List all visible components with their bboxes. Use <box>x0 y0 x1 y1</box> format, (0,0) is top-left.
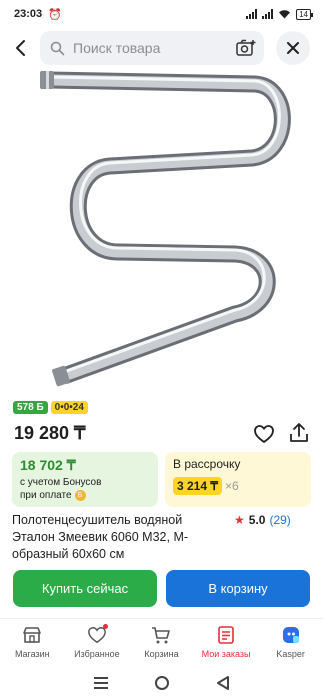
nav-item-cart[interactable]: Корзина <box>129 619 194 664</box>
status-time: 23:03 <box>14 8 43 20</box>
search-icon <box>50 41 65 55</box>
nav-item-orders[interactable]: Мои заказы <box>194 619 259 664</box>
close-icon <box>287 42 299 54</box>
system-navigation-bar <box>0 666 323 700</box>
close-button[interactable] <box>276 31 310 65</box>
bonus-note: с учетом Бонусов при оплате Б <box>20 476 150 502</box>
star-icon: ★ <box>234 513 245 527</box>
nav-label-store: Магазин <box>14 649 50 659</box>
wifi-icon <box>279 10 291 19</box>
battery-icon: 14 <box>296 8 313 20</box>
store-icon <box>23 627 42 643</box>
status-icons: 14 <box>246 8 313 20</box>
nav-label-cart: Корзина <box>144 649 179 659</box>
search-placeholder: Поиск товара <box>73 40 161 56</box>
bonus-price-card[interactable]: 18 702 ₸ с учетом Бонусов при оплате Б <box>12 452 158 507</box>
notification-dot <box>102 624 108 629</box>
heart-icon[interactable] <box>253 423 275 445</box>
bonus-note-line2: при оплате <box>20 490 72 501</box>
kasper-icon <box>282 627 299 643</box>
menu-icon[interactable] <box>93 676 109 690</box>
product-image[interactable] <box>20 66 303 396</box>
bonus-badge: 578 Б <box>13 401 48 414</box>
chevron-left-icon <box>16 40 25 56</box>
product-rating[interactable]: ★ 5.0 (29) <box>234 513 291 527</box>
nav-label-favorites: Избранное <box>74 649 120 659</box>
buy-now-button[interactable]: Купить сейчас <box>13 570 157 607</box>
installment-amount: 3 214 ₸ <box>173 477 222 495</box>
orders-icon <box>218 626 234 644</box>
signal-icon <box>246 9 258 19</box>
camera-icon[interactable] <box>236 39 256 57</box>
nav-item-kasper[interactable]: Kasper <box>258 619 323 664</box>
bonus-note-line1: с учетом Бонусов <box>20 477 102 488</box>
installment-badge: 0•0•24 <box>50 401 88 414</box>
alarm-icon: ⏰ <box>48 8 62 21</box>
installment-label: В рассрочку <box>173 457 241 471</box>
share-icon[interactable] <box>288 422 310 444</box>
product-title: Полотенцесушитель водяной Эталон Змеевик… <box>12 513 189 561</box>
home-icon[interactable] <box>154 675 170 691</box>
rating-value: 5.0 <box>248 513 266 527</box>
signal-icon-2 <box>262 9 274 19</box>
installment-multiplier: ×6 <box>225 479 239 493</box>
back-triangle-icon[interactable] <box>216 675 230 691</box>
nav-label-kasper: Kasper <box>276 649 305 659</box>
nav-label-orders: Мои заказы <box>201 649 251 659</box>
promo-badges: 578 Б 0•0•24 <box>13 401 88 414</box>
search-header: Поиск товара <box>0 30 323 66</box>
bonus-price: 18 702 ₸ <box>20 457 76 473</box>
status-bar: 23:03 ⏰ 14 <box>0 0 323 28</box>
back-button[interactable] <box>0 30 40 66</box>
reviews-count[interactable]: (29) <box>269 513 290 527</box>
add-to-cart-button[interactable]: В корзину <box>166 570 310 607</box>
coin-icon: Б <box>74 489 86 501</box>
bottom-navigation: Магазин Избранное Корзина Мои заказы Kas… <box>0 618 323 664</box>
nav-item-store[interactable]: Магазин <box>0 619 65 664</box>
product-price: 19 280 ₸ <box>14 423 86 443</box>
search-input[interactable]: Поиск товара <box>40 31 264 65</box>
nav-item-favorites[interactable]: Избранное <box>65 619 130 664</box>
cart-icon <box>152 627 171 644</box>
installment-card[interactable]: В рассрочку 3 214 ₸ ×6 <box>165 452 311 507</box>
